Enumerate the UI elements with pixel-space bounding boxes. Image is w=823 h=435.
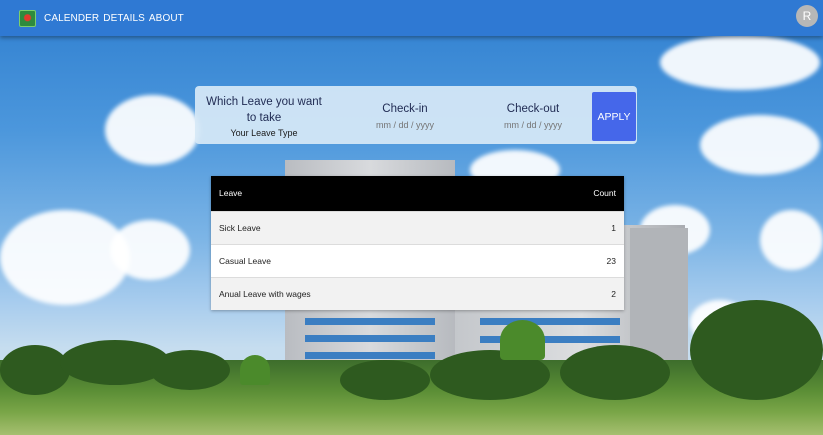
table-row: Casual Leave 23 [211, 244, 624, 277]
column-header-leave: Leave [219, 188, 243, 199]
leave-name-cell: Anual Leave with wages [219, 288, 311, 299]
checkin-group: Check-in [365, 103, 445, 133]
user-avatar[interactable]: R [796, 5, 818, 27]
leave-type-placeholder[interactable]: Your Leave Type [203, 128, 325, 138]
table-row: Anual Leave with wages 2 [211, 277, 624, 310]
leave-count-cell: 23 [606, 255, 616, 266]
nav-link-calender[interactable]: CALENDER [44, 13, 99, 24]
apply-button[interactable]: APPLY [592, 92, 636, 141]
table-row: Sick Leave 1 [211, 211, 624, 244]
leave-type-select[interactable]: Which Leave you want to take Your Leave … [203, 94, 325, 138]
checkout-group: Check-out [493, 103, 573, 133]
checkin-date-input[interactable] [365, 120, 445, 130]
leave-request-form: Which Leave you want to take Your Leave … [195, 86, 637, 144]
checkin-label: Check-in [382, 103, 428, 115]
nav-link-details[interactable]: DETAILS [103, 13, 145, 24]
nav-links: CALENDER DETAILS ABOUT [40, 13, 184, 24]
table-header-row: Leave Count [211, 176, 624, 211]
leave-name-cell: Sick Leave [219, 222, 261, 233]
leave-count-table: Leave Count Sick Leave 1 Casual Leave 23… [211, 176, 624, 310]
checkout-date-input[interactable] [493, 120, 573, 130]
top-navbar: CALENDER DETAILS ABOUT R [0, 0, 823, 36]
university-logo-icon[interactable] [19, 9, 36, 27]
leave-count-cell: 1 [611, 222, 616, 233]
checkout-label: Check-out [506, 103, 560, 115]
leave-name-cell: Casual Leave [219, 255, 271, 266]
column-header-count: Count [593, 188, 616, 199]
nav-link-about[interactable]: ABOUT [149, 13, 184, 24]
leave-count-cell: 2 [611, 288, 616, 299]
leave-type-question: Which Leave you want to take [206, 96, 322, 124]
